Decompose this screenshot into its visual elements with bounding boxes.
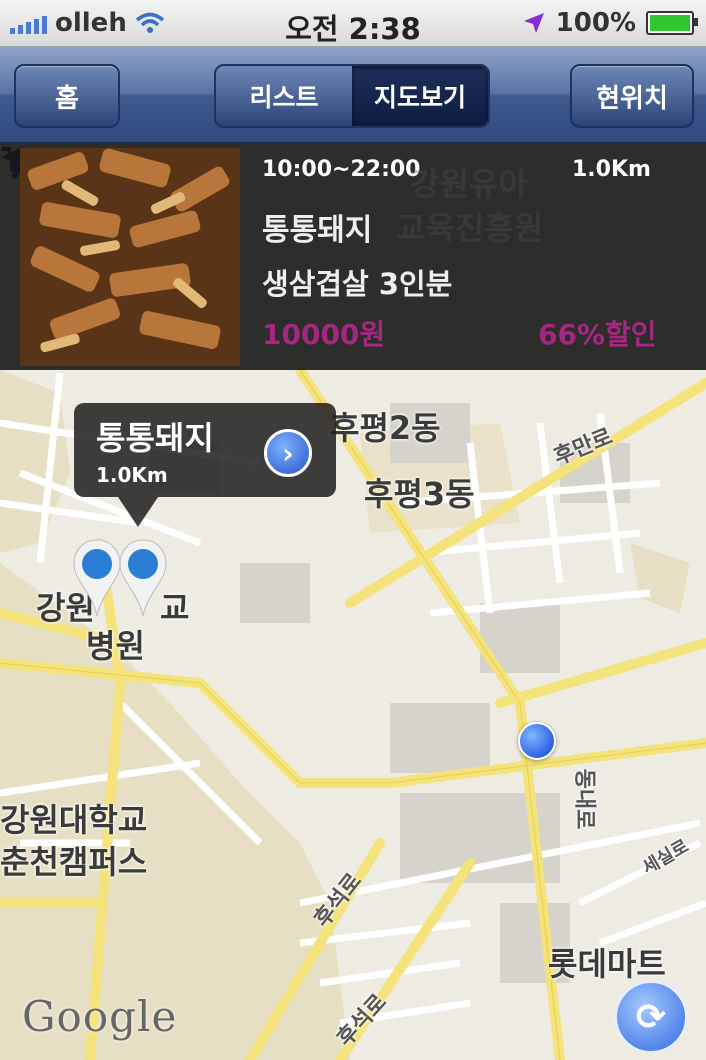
tab-list[interactable]: 리스트 [216,66,352,126]
deal-info-panel[interactable]: 10:00~22:00 1.0Km 통통돼지 생삼겹살 3인분 10000원 6… [0,143,706,370]
status-bar: olleh 오전 2:38 100% [0,0,706,47]
store-pin-1[interactable] [72,538,122,618]
map-label-campus: 춘천캠퍼스 [0,843,148,881]
deal-distance: 1.0Km [572,157,651,182]
tab-map-view[interactable]: 지도보기 [352,66,488,126]
deal-store-name: 통통돼지 [262,213,373,248]
map-label-kindergarten-line1: 강원유아 [410,165,528,203]
view-segmented-control[interactable]: 리스트 지도보기 [214,64,490,128]
deal-menu: 생삼겹살 3인분 [262,267,453,301]
deal-discount: 66%할인 [538,318,657,351]
map-callout[interactable]: 통통돼지 1.0Km › [74,403,336,527]
map-label-hupyeong3: 후평3동 [364,475,475,513]
app-screen: 후평2동 후평3동 후만로 후석로 후석로 동내로 세실로 강원 교 병원 강원… [0,0,706,1060]
food-photo [20,148,240,366]
battery-icon [646,11,698,35]
current-location-dot [518,722,556,760]
deal-hours: 10:00~22:00 [262,157,421,182]
status-right: 100% [522,8,698,38]
map-label-university: 강원대학교 [0,801,148,839]
map-label-lotte-mart: 롯데마트 [548,945,666,983]
map-label-kindergarten-line2: 교육진흥원 [396,209,544,247]
refresh-icon[interactable]: ⟳ [614,980,688,1054]
map-label-hupyeong2: 후평2동 [330,409,441,447]
store-pin-2[interactable] [118,538,168,618]
location-arrow-icon [523,13,544,33]
battery-percent: 100% [555,8,636,38]
current-location-button[interactable]: 현위치 [570,64,694,128]
callout-distance: 1.0Km [96,463,168,487]
home-button[interactable]: 홈 [14,64,120,128]
deal-price: 10000원 [262,318,386,351]
map-label-hospital: 병원 [86,627,145,665]
google-attribution: Google [22,992,178,1041]
nav-bar: 홈 리스트 지도보기 현위치 [0,47,706,143]
road-label-dongnaero: 동내로 [571,768,597,830]
callout-title: 통통돼지 [96,419,214,457]
chevron-right-icon[interactable]: › [264,429,312,477]
